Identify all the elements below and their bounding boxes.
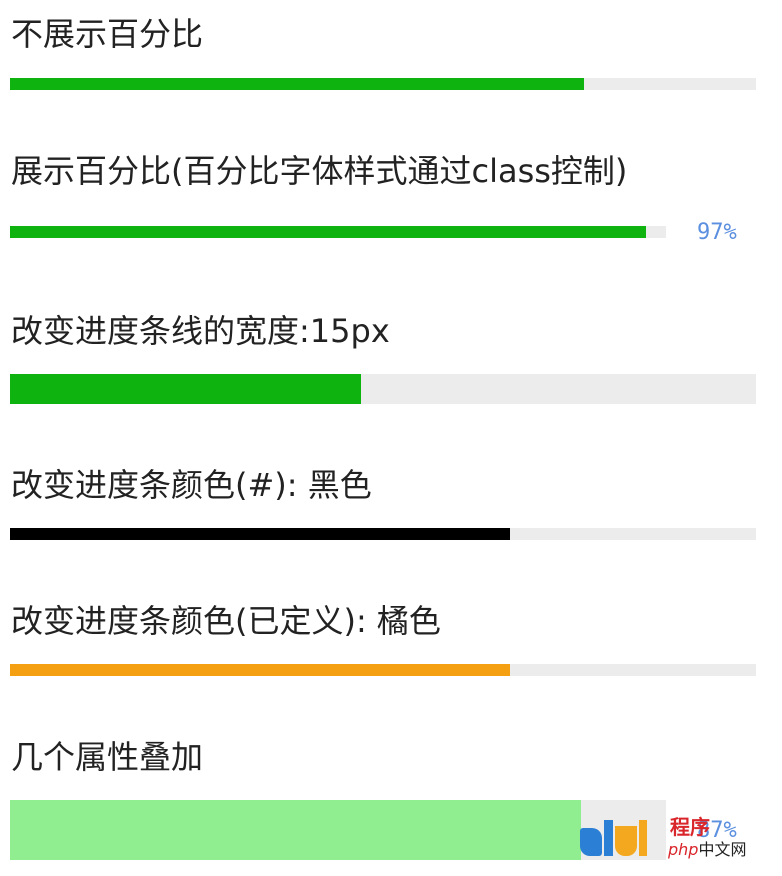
section-title: 改变进度条颜色(已定义): 橘色	[11, 602, 441, 640]
section-title: 改变进度条颜色(#): 黑色	[11, 466, 372, 504]
section-title: 改变进度条线的宽度:15px	[11, 312, 390, 350]
watermark-brand: 程序	[670, 815, 710, 839]
progress-bar-fill	[10, 374, 361, 404]
progress-bar-fill	[10, 664, 510, 676]
progress-bar-track	[10, 374, 756, 404]
progress-bar-track	[10, 528, 756, 540]
section-title: 几个属性叠加	[11, 738, 204, 776]
progress-bar-track	[10, 664, 756, 676]
progress-bar-track	[10, 800, 666, 860]
watermark-logo-icon	[580, 816, 647, 856]
site-watermark: 程序 php中文网	[580, 816, 776, 864]
progress-bar-fill	[10, 78, 585, 90]
progress-bar-track	[10, 78, 756, 90]
section-title: 不展示百分比	[11, 15, 204, 53]
percent-label: 97%	[697, 220, 737, 245]
progress-bar-fill	[10, 528, 510, 540]
progress-bar-track	[10, 226, 666, 238]
progress-bar-fill	[10, 226, 647, 238]
section-title: 展示百分比(百分比字体样式通过class控制)	[11, 152, 628, 190]
progress-bar-fill	[10, 800, 581, 860]
watermark-site: php中文网	[668, 840, 747, 859]
